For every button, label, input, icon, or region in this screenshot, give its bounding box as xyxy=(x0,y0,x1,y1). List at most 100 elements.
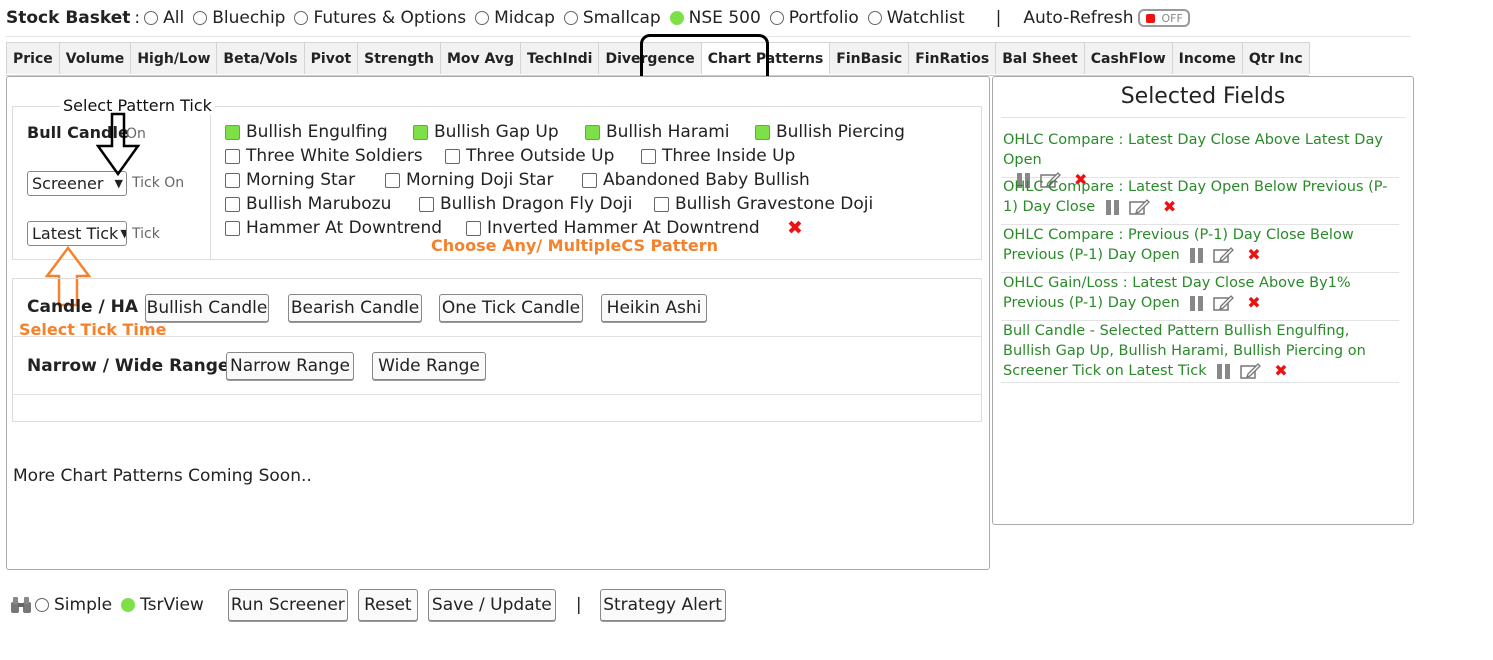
tab-strength[interactable]: Strength xyxy=(357,42,441,74)
tab-cashflow[interactable]: CashFlow xyxy=(1083,42,1173,74)
delete-icon[interactable]: ✖ xyxy=(1247,293,1260,313)
basket-option-all[interactable]: All xyxy=(144,8,184,28)
binoculars-icon[interactable] xyxy=(10,596,32,614)
checkbox-bullish-marubozu[interactable]: Bullish Marubozu xyxy=(225,194,391,214)
bullish-candle-button[interactable]: Bullish Candle xyxy=(145,294,269,322)
view-option-simple[interactable]: Simple xyxy=(35,595,112,615)
edit-icon[interactable] xyxy=(1213,246,1235,264)
checkbox-icon[interactable] xyxy=(225,196,240,212)
checkbox-three-white-soldiers[interactable]: Three White Soldiers xyxy=(225,146,423,166)
checkbox-checked-icon[interactable] xyxy=(413,124,428,140)
tab-income[interactable]: Income xyxy=(1171,42,1243,74)
checkbox-bullish-gravestone-doji[interactable]: Bullish Gravestone Doji xyxy=(654,194,873,214)
tab-mov-avg[interactable]: Mov Avg xyxy=(439,42,522,74)
checkbox-icon[interactable] xyxy=(582,172,597,188)
delete-icon[interactable]: ✖ xyxy=(1274,361,1287,381)
checkbox-three-inside-up[interactable]: Three Inside Up xyxy=(641,146,795,166)
radio-icon[interactable] xyxy=(769,11,784,25)
tab-bal-sheet[interactable]: Bal Sheet xyxy=(995,42,1085,74)
save-update-button[interactable]: Save / Update xyxy=(427,589,556,621)
edit-icon[interactable] xyxy=(1213,294,1235,312)
checkbox-checked-icon[interactable] xyxy=(225,124,240,140)
radio-icon[interactable] xyxy=(475,11,490,25)
checkbox-morning-doji-star[interactable]: Morning Doji Star xyxy=(385,170,553,190)
clear-patterns-icon[interactable]: ✖ xyxy=(787,217,803,239)
tab-pivot[interactable]: Pivot xyxy=(303,42,359,74)
one-tick-candle-button[interactable]: One Tick Candle xyxy=(439,294,583,322)
pause-icon[interactable] xyxy=(1105,199,1119,215)
radio-selected-icon[interactable] xyxy=(121,598,136,612)
basket-option-smallcap[interactable]: Smallcap xyxy=(563,8,661,28)
run-screener-button[interactable]: Run Screener xyxy=(227,589,348,621)
tab-high-low[interactable]: High/Low xyxy=(130,42,218,74)
basket-option-watchlist[interactable]: Watchlist xyxy=(867,8,965,28)
checkbox-hammer-at-downtrend[interactable]: Hammer At Downtrend xyxy=(225,218,442,238)
radio-icon[interactable] xyxy=(563,11,578,25)
tab-volume[interactable]: Volume xyxy=(58,42,132,74)
basket-option-midcap[interactable]: Midcap xyxy=(475,8,555,28)
view-option-tsrview[interactable]: TsrView xyxy=(121,595,204,615)
strategy-alert-button[interactable]: Strategy Alert xyxy=(599,589,726,621)
checkbox-three-outside-up[interactable]: Three Outside Up xyxy=(445,146,614,166)
reset-button[interactable]: Reset xyxy=(357,589,418,621)
checkbox-icon[interactable] xyxy=(225,148,240,164)
field-actions: ✖ xyxy=(1105,197,1176,217)
tab-qtr-inc[interactable]: Qtr Inc xyxy=(1241,42,1310,74)
checkbox-icon[interactable] xyxy=(654,196,669,212)
edit-icon[interactable] xyxy=(1240,362,1262,380)
pause-icon[interactable] xyxy=(1190,247,1204,263)
delete-icon[interactable]: ✖ xyxy=(1247,245,1260,265)
tab-finratios[interactable]: FinRatios xyxy=(908,42,997,74)
wide-range-button[interactable]: Wide Range xyxy=(372,352,486,380)
checkbox-bullish-engulfing[interactable]: Bullish Engulfing xyxy=(225,122,388,142)
auto-refresh-state: OFF xyxy=(1161,11,1183,25)
tab-finbasic[interactable]: FinBasic xyxy=(829,42,910,74)
checkbox-checked-icon[interactable] xyxy=(755,124,770,140)
radio-icon[interactable] xyxy=(193,11,208,25)
checkbox-icon[interactable] xyxy=(466,220,481,236)
checkbox-bullish-piercing[interactable]: Bullish Piercing xyxy=(755,122,905,142)
auto-refresh-toggle[interactable]: OFF xyxy=(1138,9,1191,27)
arrow-down-icon xyxy=(96,112,141,177)
selected-field-item: Bull Candle - Selected Pattern Bullish E… xyxy=(1001,321,1399,383)
latest-tick-select[interactable]: Latest Tick ▼ xyxy=(27,221,127,246)
edit-icon[interactable] xyxy=(1129,198,1151,216)
heikin-ashi-button[interactable]: Heikin Ashi xyxy=(601,294,707,322)
radio-selected-icon[interactable] xyxy=(669,11,684,25)
basket-option-futures-options[interactable]: Futures & Options xyxy=(294,8,466,28)
basket-option-portfolio[interactable]: Portfolio xyxy=(769,8,859,28)
divider: | xyxy=(575,595,582,615)
checkbox-abandoned-baby-bullish[interactable]: Abandoned Baby Bullish xyxy=(582,170,810,190)
radio-icon[interactable] xyxy=(867,11,882,25)
pause-icon[interactable] xyxy=(1217,363,1231,379)
checkbox-icon[interactable] xyxy=(641,148,656,164)
tab-techindi[interactable]: TechIndi xyxy=(520,42,600,74)
narrow-range-button[interactable]: Narrow Range xyxy=(226,352,354,380)
checkbox-checked-icon[interactable] xyxy=(585,124,600,140)
bearish-candle-button[interactable]: Bearish Candle xyxy=(288,294,422,322)
delete-icon[interactable]: ✖ xyxy=(1163,197,1176,217)
checkbox-icon[interactable] xyxy=(445,148,460,164)
checkbox-bullish-dragon-fly-doji[interactable]: Bullish Dragon Fly Doji xyxy=(419,194,632,214)
divider: | xyxy=(995,8,1002,28)
checkbox-morning-star[interactable]: Morning Star xyxy=(225,170,355,190)
choose-pattern-annotation: Choose Any/ MultipleCS Pattern xyxy=(431,236,719,255)
basket-option-bluechip[interactable]: Bluechip xyxy=(193,8,285,28)
radio-icon[interactable] xyxy=(294,11,309,25)
field-actions: ✖ xyxy=(1217,361,1288,381)
radio-icon[interactable] xyxy=(144,11,159,25)
basket-option-nse-500[interactable]: NSE 500 xyxy=(669,8,761,28)
title-divider xyxy=(1001,117,1405,118)
checkbox-bullish-harami[interactable]: Bullish Harami xyxy=(585,122,730,142)
checkbox-icon[interactable] xyxy=(225,172,240,188)
checkbox-icon[interactable] xyxy=(385,172,400,188)
candle-ha-label: Candle / HA : xyxy=(27,297,151,317)
checkbox-icon[interactable] xyxy=(419,196,434,212)
tab-beta-vols[interactable]: Beta/Vols xyxy=(216,42,305,74)
tab-price[interactable]: Price xyxy=(6,42,60,74)
checkbox-icon[interactable] xyxy=(225,220,240,236)
checkbox-bullish-gap-up[interactable]: Bullish Gap Up xyxy=(413,122,559,142)
pause-icon[interactable] xyxy=(1190,295,1204,311)
checkbox-inverted-hammer-at-downtrend[interactable]: Inverted Hammer At Downtrend xyxy=(466,218,760,238)
radio-icon[interactable] xyxy=(35,598,49,612)
